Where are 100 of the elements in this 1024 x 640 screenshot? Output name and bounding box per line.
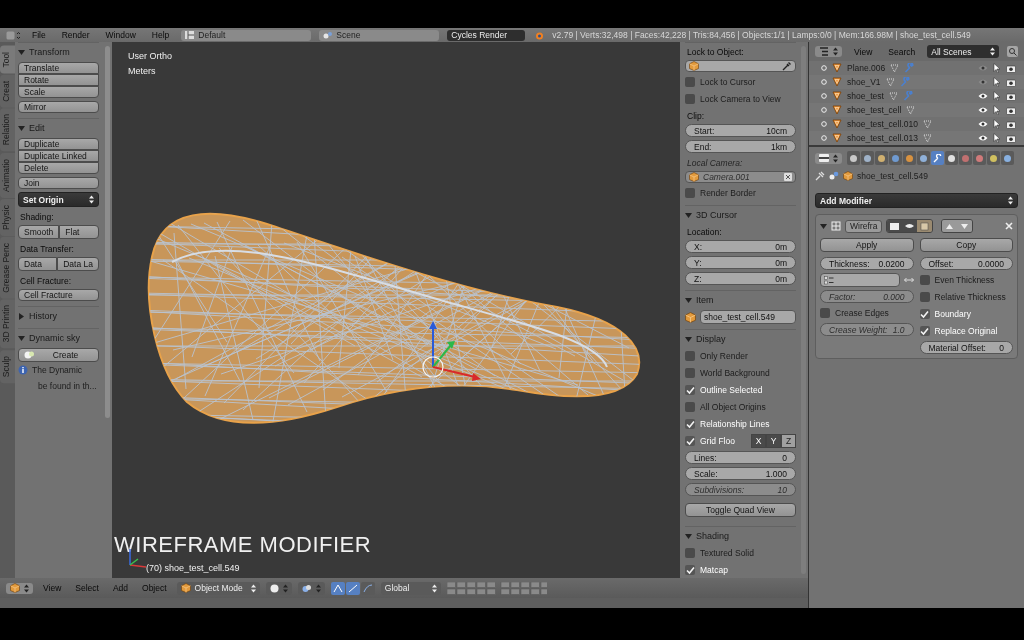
checkbox[interactable] (919, 309, 930, 319)
tool-button[interactable]: Rotate (18, 74, 99, 86)
vertex-group-field[interactable] (820, 273, 900, 287)
scrollbar[interactable] (105, 46, 110, 418)
search-icon[interactable] (1007, 46, 1018, 57)
expand-dot-icon[interactable] (821, 79, 827, 85)
number-field[interactable]: Thickness: 0.0200 (820, 257, 914, 270)
outliner-row[interactable]: shoe_test_cell.013 (809, 131, 1024, 145)
checkbox[interactable] (685, 351, 695, 361)
checkbox[interactable] (919, 275, 930, 285)
panel-title[interactable]: Dynamic sky (29, 333, 80, 343)
tool-button[interactable]: Data La (57, 257, 99, 271)
checkbox[interactable] (685, 385, 695, 395)
panel-title[interactable]: History (29, 311, 57, 321)
eye-icon[interactable] (978, 106, 988, 114)
up-down-arrows-icon[interactable] (431, 583, 437, 593)
menu-item[interactable]: View (39, 583, 66, 593)
disclosure-triangle-icon[interactable] (685, 296, 692, 304)
axis-toggle[interactable]: Z (781, 434, 796, 448)
menu-item[interactable]: Select (71, 583, 103, 593)
menu-item[interactable]: Add (108, 583, 133, 593)
axis-toggle[interactable]: Y (766, 434, 781, 448)
transform-gizmo-drawing[interactable] (419, 319, 483, 383)
checkbox[interactable] (685, 402, 695, 412)
edit-mode-icon[interactable] (920, 221, 930, 231)
3d-viewport[interactable]: User Ortho Meters WIREFRAME MODIFIER (70) shoe_test_cell.549 (112, 42, 680, 578)
number-field[interactable]: Z: 0m (685, 272, 796, 285)
panel-title[interactable]: 3D Cursor (696, 210, 737, 220)
outliner-item[interactable]: Plane.006 (847, 63, 886, 73)
checkbox[interactable] (685, 565, 695, 575)
disclosure-triangle-icon[interactable] (18, 312, 25, 320)
outliner-item[interactable]: shoe_V1 (847, 77, 881, 87)
disclosure-triangle-icon[interactable] (685, 532, 692, 540)
tool-button[interactable]: Join (18, 177, 99, 189)
panel-title[interactable]: Display (696, 334, 726, 344)
camera-icon[interactable] (1006, 63, 1016, 73)
move-up-icon[interactable] (946, 223, 954, 229)
tool-tab[interactable]: Physic (0, 198, 15, 236)
number-field[interactable]: Start: 10cm (685, 124, 796, 137)
properties-editor-dropdown[interactable] (815, 152, 842, 164)
display-mode-dropdown[interactable]: All Scenes (927, 45, 999, 58)
shading-dropdown[interactable] (265, 581, 292, 595)
tool-button[interactable]: Translate (18, 62, 99, 74)
tool-button[interactable]: Cell Fracture (18, 289, 99, 301)
camera-icon[interactable] (1006, 77, 1016, 87)
scene-selector[interactable]: Scene (319, 29, 440, 41)
expand-dot-icon[interactable] (821, 93, 827, 99)
modifier-name-field[interactable]: Wirefra (845, 219, 883, 233)
modifier-action-button[interactable]: Copy (919, 238, 1013, 252)
outliner-editor-dropdown[interactable] (815, 46, 842, 57)
disclosure-triangle-icon[interactable] (820, 222, 827, 230)
checkbox[interactable] (820, 308, 830, 318)
tool-tab[interactable]: 3D Printin (0, 299, 15, 349)
move-down-icon[interactable] (961, 223, 969, 229)
up-down-arrows-icon[interactable] (990, 47, 995, 56)
orientation-dropdown[interactable]: Global (380, 581, 441, 595)
checkbox[interactable] (919, 326, 930, 336)
create-button[interactable]: Create (18, 348, 99, 362)
expand-dot-icon[interactable] (821, 121, 827, 127)
layout-selector[interactable]: Default (181, 29, 312, 41)
up-down-arrows-icon[interactable] (1008, 196, 1013, 205)
outliner-item[interactable]: shoe_test_cell.013 (847, 133, 918, 143)
mode-dropdown[interactable]: Object Mode (176, 581, 260, 595)
number-field[interactable]: Offset: 0.0000 (919, 257, 1013, 270)
panel-title[interactable]: Transform (29, 47, 70, 57)
number-field[interactable]: X: 0m (685, 240, 796, 253)
render-engine-dropdown[interactable]: Cycles Render (447, 29, 526, 41)
menu-item[interactable]: Render (57, 30, 94, 40)
name-field[interactable]: shoe_test_cell.549 (700, 310, 796, 324)
panel-title[interactable]: Shading (696, 531, 730, 541)
outliner-item[interactable]: shoe_test (847, 91, 884, 101)
expand-dot-icon[interactable] (821, 65, 827, 71)
checkbox[interactable] (685, 77, 695, 87)
tool-tab[interactable]: Grease Penc (0, 236, 15, 299)
tool-button[interactable]: Duplicate Linked (18, 150, 99, 162)
number-field[interactable]: Scale: 1.000 (685, 467, 796, 480)
info-editor-icon[interactable] (6, 30, 20, 40)
checkbox[interactable] (919, 292, 930, 302)
outliner-item[interactable]: shoe_test_cell (847, 105, 902, 115)
pivot-dropdown[interactable] (297, 581, 325, 595)
disclosure-triangle-icon[interactable] (18, 48, 25, 56)
eye-icon[interactable] (978, 120, 988, 128)
panel-title[interactable]: Edit (29, 123, 45, 133)
close-icon[interactable] (1005, 222, 1013, 230)
tool-button[interactable]: Scale (18, 86, 99, 98)
disclosure-triangle-icon[interactable] (685, 211, 692, 219)
camera-icon[interactable] (1006, 119, 1016, 129)
up-down-arrows-icon[interactable] (250, 583, 256, 593)
invert-arrows-icon[interactable] (903, 277, 914, 283)
tool-button[interactable]: Smooth (18, 225, 60, 239)
up-down-arrows-icon[interactable] (89, 195, 94, 204)
modifier-action-button[interactable]: Apply (820, 238, 914, 252)
checkbox[interactable] (685, 548, 695, 558)
object-field[interactable] (685, 60, 796, 72)
set-origin-dropdown[interactable]: Set Origin (18, 192, 99, 207)
tool-tab[interactable]: Creat (0, 74, 15, 108)
tool-tab[interactable]: Animatio (0, 152, 15, 198)
pin-icon[interactable] (815, 171, 825, 181)
disclosure-triangle-icon[interactable] (18, 334, 25, 342)
tool-tab[interactable]: Tool (0, 46, 15, 74)
